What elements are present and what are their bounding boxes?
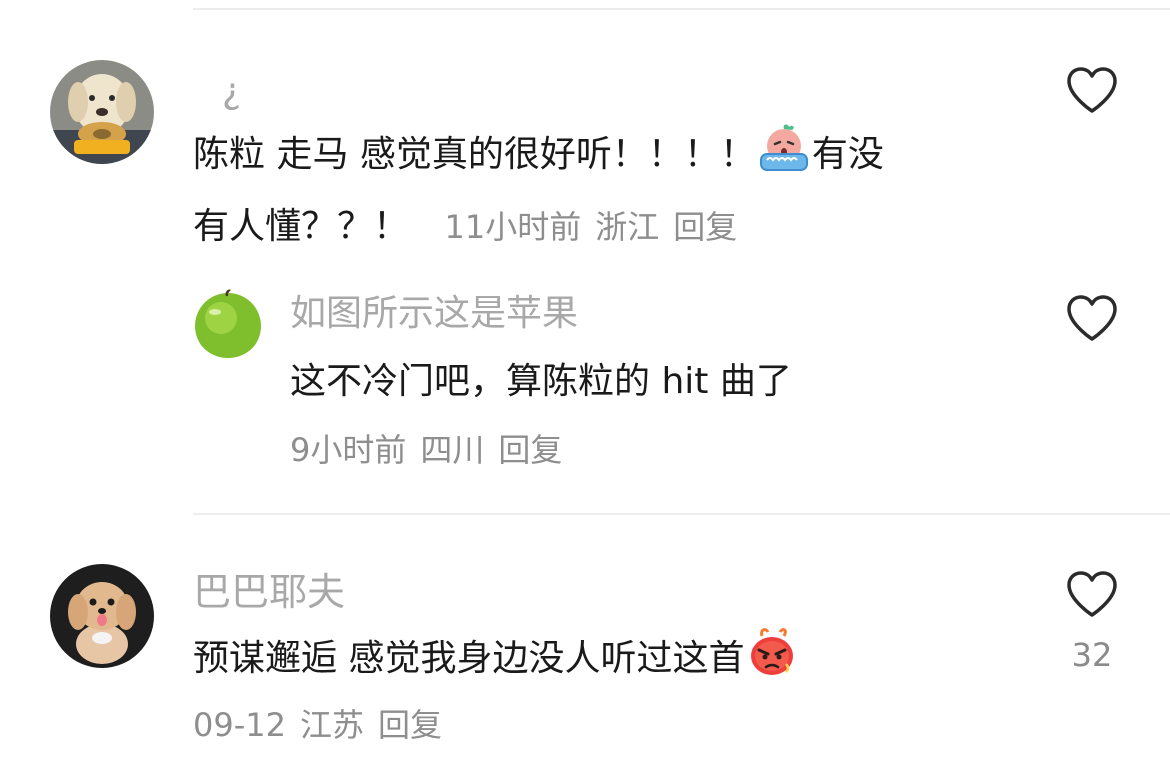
- like-button[interactable]: [1065, 570, 1119, 620]
- avatar-dog[interactable]: [50, 60, 154, 164]
- avatar-puppy[interactable]: [50, 564, 154, 668]
- comment-text-line: 有人懂？？！ 11小时前 浙江 回复: [193, 195, 1043, 259]
- comment-meta: 9小时前 四川 回复: [290, 434, 562, 466]
- top-divider: [193, 8, 1170, 10]
- comment-text-line: 陈粒 走马 感觉真的很好听！！！！ 有没: [193, 122, 1043, 195]
- comment-location: 四川: [420, 431, 485, 469]
- comment-text: 这不冷门吧，算陈粒的 hit 曲了: [290, 361, 792, 402]
- comment-time: 09-12: [193, 706, 286, 744]
- comment-text-part: 有没: [811, 134, 884, 175]
- heart-outline-icon: [1067, 67, 1117, 113]
- comment-text-part: 预谋邂逅 感觉我身边没人听过这首: [193, 638, 745, 679]
- reply-button[interactable]: 回复: [378, 706, 442, 744]
- heart-outline-icon: [1067, 571, 1117, 617]
- username[interactable]: 如图所示这是苹果: [290, 296, 578, 332]
- comment-time: 11小时前: [444, 208, 582, 246]
- avatar-apple[interactable]: [193, 288, 263, 358]
- like-button[interactable]: [1065, 66, 1119, 116]
- comment-text: 陈粒 走马 感觉真的很好听！！！！ 有没 有人懂？？！ 11小时前 浙江 回复: [193, 122, 1043, 259]
- like-button[interactable]: [1065, 294, 1119, 344]
- heart-outline-icon: [1067, 295, 1117, 341]
- comment-meta: 09-12 江苏 回复: [193, 709, 442, 741]
- username[interactable]: 巴巴耶夫: [193, 573, 345, 611]
- angry-emoji-icon: [746, 626, 798, 699]
- comment-divider: [193, 513, 1170, 515]
- comment-meta: 11小时前 浙江 回复: [444, 208, 737, 246]
- comment-text-part: 陈粒 走马 感觉真的很好听！！！！: [193, 134, 756, 175]
- comment-location: 浙江: [595, 208, 660, 246]
- reply-button[interactable]: 回复: [673, 208, 737, 246]
- reply-button[interactable]: 回复: [498, 431, 562, 469]
- comment-time: 9小时前: [290, 431, 407, 469]
- username[interactable]: ¿: [222, 74, 241, 110]
- like-count: 32: [1071, 636, 1113, 674]
- comment-text-part: 有人懂？？！: [193, 206, 410, 247]
- comment-text: 预谋邂逅 感觉我身边没人听过这首: [193, 626, 1043, 699]
- crying-emoji-icon: [758, 122, 810, 195]
- comment-location: 江苏: [299, 706, 364, 744]
